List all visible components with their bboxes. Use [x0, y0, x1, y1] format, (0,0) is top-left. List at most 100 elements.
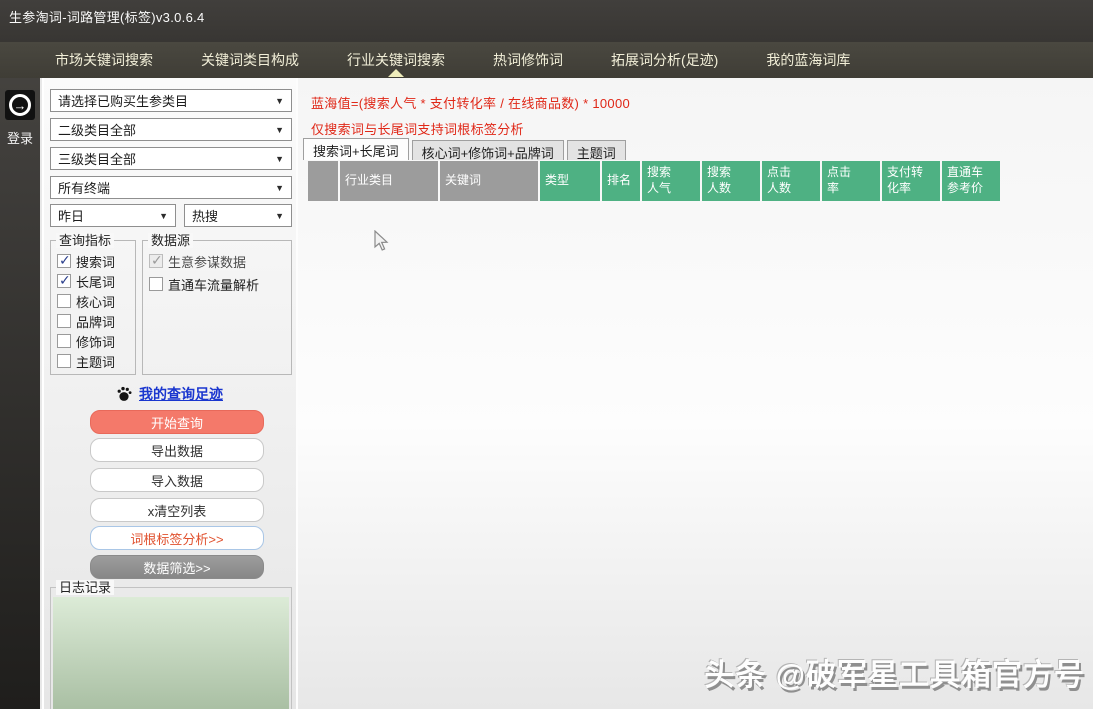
checkbox-label: 主题词	[76, 352, 115, 371]
table-header-industry-category[interactable]: 行业类目	[340, 161, 438, 201]
checkbox-label: 核心词	[76, 292, 115, 311]
chevron-down-icon: ▼	[275, 183, 284, 193]
menu-item-keyword-category-composition[interactable]: 关键词类目构成	[201, 42, 299, 78]
start-query-button[interactable]: 开始查询	[90, 410, 264, 434]
import-data-button[interactable]: 导入数据	[90, 468, 264, 492]
tab-search-longtail-words[interactable]: 搜索词+长尾词	[303, 138, 409, 160]
main-content: 蓝海值=(搜索人气 * 支付转化率 / 在线商品数) * 10000 仅搜索词与…	[298, 78, 1093, 709]
menu-item-my-blue-ocean-lexicon[interactable]: 我的蓝海词库	[766, 42, 850, 78]
data-filter-button[interactable]: 数据筛选>>	[90, 555, 264, 579]
menu-item-expanded-word-analysis[interactable]: 拓展词分析(足迹)	[611, 42, 718, 78]
arrow-right-circle-icon: →	[9, 94, 31, 116]
blue-ocean-formula-note: 蓝海值=(搜索人气 * 支付转化率 / 在线商品数) * 10000	[311, 93, 630, 112]
root-tag-support-note: 仅搜索词与长尾词支持词根标签分析	[311, 119, 524, 138]
query-panel: 请选择已购买生参类目 ▼ 二级类目全部 ▼ 三级类目全部 ▼ 所有终端 ▼ 昨日…	[42, 78, 298, 709]
chevron-down-icon: ▼	[275, 211, 284, 221]
menu-item-label: 市场关键词搜索	[55, 50, 153, 70]
query-indicators-group: 查询指标 搜索词 长尾词 核心词 品牌词 修饰词	[50, 240, 136, 375]
tab-topic-words[interactable]: 主题词	[567, 140, 626, 160]
terminal-select[interactable]: 所有终端 ▼	[50, 176, 292, 199]
checkbox[interactable]	[57, 354, 71, 368]
menu-item-label: 关键词类目构成	[201, 50, 299, 70]
active-menu-arrow-icon	[388, 69, 404, 77]
log-group: 日志记录	[50, 587, 292, 709]
my-query-footprint-link[interactable]: 我的查询足迹	[139, 384, 223, 404]
footprint-icon	[117, 386, 132, 402]
checkbox-row-modifier-word[interactable]: 修饰词	[57, 333, 115, 349]
menu-bar: 市场关键词搜索 关键词类目构成 行业关键词搜索 热词修饰词 拓展词分析(足迹) …	[0, 42, 1093, 78]
checkbox-label: 搜索词	[76, 252, 115, 271]
purchased-category-select[interactable]: 请选择已购买生参类目 ▼	[50, 89, 292, 112]
checkbox[interactable]	[57, 294, 71, 308]
menu-item-hot-modifier-words[interactable]: 热词修饰词	[493, 42, 563, 78]
root-tag-analysis-button[interactable]: 词根标签分析>>	[90, 526, 264, 550]
checkbox-label: 品牌词	[76, 312, 115, 331]
checkbox[interactable]	[57, 254, 71, 268]
query-footprint-row: 我的查询足迹	[44, 384, 296, 404]
checkbox-row-search-word[interactable]: 搜索词	[57, 253, 115, 269]
checkbox[interactable]	[149, 254, 163, 268]
select-value: 请选择已购买生参类目	[58, 91, 188, 110]
table-header-keyword[interactable]: 关键词	[440, 161, 538, 201]
checkbox-row-brand-word[interactable]: 品牌词	[57, 313, 115, 329]
table-header-pay-conversion-rate[interactable]: 支付转 化率	[882, 161, 940, 201]
menu-item-label: 行业关键词搜索	[347, 50, 445, 70]
clear-list-button[interactable]: x清空列表	[90, 498, 264, 522]
menu-item-market-keyword-search[interactable]: 市场关键词搜索	[55, 42, 153, 78]
watermark-text: 头条 @破军星工具箱官方号	[704, 650, 1085, 694]
title-bar: 生参淘词-词路管理(标签)v3.0.6.4	[0, 0, 1093, 42]
checkbox-row-long-tail-word[interactable]: 长尾词	[57, 273, 115, 289]
menu-item-label: 拓展词分析(足迹)	[611, 50, 718, 70]
login-button[interactable]: →	[5, 90, 35, 120]
window-title: 生参淘词-词路管理(标签)v3.0.6.4	[9, 7, 205, 26]
table-header-clicker-count[interactable]: 点击 人数	[762, 161, 820, 201]
table-header-row: 行业类目 关键词 类型 排名 搜索 人气 搜索 人数 点击 人数 点击 率 支付…	[308, 161, 1000, 201]
table-header-search-popularity[interactable]: 搜索 人气	[642, 161, 700, 201]
side-rail: → 登录	[0, 78, 40, 709]
checkbox[interactable]	[57, 334, 71, 348]
chevron-down-icon: ▼	[275, 125, 284, 135]
menu-item-industry-keyword-search[interactable]: 行业关键词搜索	[347, 42, 445, 78]
group-title: 数据源	[148, 233, 193, 248]
checkbox[interactable]	[57, 314, 71, 328]
export-data-button[interactable]: 导出数据	[90, 438, 264, 462]
group-title: 查询指标	[56, 233, 114, 248]
menu-item-label: 我的蓝海词库	[766, 50, 850, 70]
chevron-down-icon: ▼	[275, 154, 284, 164]
checkbox-row-topic-word[interactable]: 主题词	[57, 353, 115, 369]
date-range-select[interactable]: 昨日 ▼	[50, 204, 176, 227]
table-header-type[interactable]: 类型	[540, 161, 600, 201]
select-value: 二级类目全部	[58, 120, 136, 139]
select-value: 所有终端	[58, 178, 110, 197]
checkbox-row-core-word[interactable]: 核心词	[57, 293, 115, 309]
table-header-ztc-reference-price[interactable]: 直通车 参考价	[942, 161, 1000, 201]
chevron-down-icon: ▼	[159, 211, 168, 221]
chevron-down-icon: ▼	[275, 96, 284, 106]
table-header-empty	[308, 161, 338, 201]
menu-item-label: 热词修饰词	[493, 50, 563, 70]
checkbox-row-sycm-data[interactable]: 生意参谋数据	[149, 253, 246, 269]
select-value: 三级类目全部	[58, 149, 136, 168]
third-level-category-select[interactable]: 三级类目全部 ▼	[50, 147, 292, 170]
group-title: 日志记录	[56, 580, 114, 595]
hot-search-select[interactable]: 热搜 ▼	[184, 204, 292, 227]
result-tabs: 搜索词+长尾词 核心词+修饰词+品牌词 主题词	[303, 138, 629, 160]
checkbox-label: 修饰词	[76, 332, 115, 351]
app-window: 生参淘词-词路管理(标签)v3.0.6.4 市场关键词搜索 关键词类目构成 行业…	[0, 0, 1093, 709]
table-header-rank[interactable]: 排名	[602, 161, 640, 201]
login-label: 登录	[7, 128, 33, 147]
table-header-click-rate[interactable]: 点击 率	[822, 161, 880, 201]
select-value: 昨日	[58, 206, 84, 225]
checkbox[interactable]	[149, 277, 163, 291]
log-textarea[interactable]	[53, 597, 289, 709]
checkbox-label: 生意参谋数据	[168, 252, 246, 271]
table-header-searcher-count[interactable]: 搜索 人数	[702, 161, 760, 201]
checkbox-label: 直通车流量解析	[168, 275, 259, 294]
data-source-group: 数据源 生意参谋数据 直通车流量解析	[142, 240, 292, 375]
tab-core-modifier-brand-words[interactable]: 核心词+修饰词+品牌词	[412, 140, 564, 160]
checkbox-row-ztc-traffic-analysis[interactable]: 直通车流量解析	[149, 276, 259, 292]
select-value: 热搜	[192, 206, 218, 225]
checkbox-label: 长尾词	[76, 272, 115, 291]
checkbox[interactable]	[57, 274, 71, 288]
second-level-category-select[interactable]: 二级类目全部 ▼	[50, 118, 292, 141]
